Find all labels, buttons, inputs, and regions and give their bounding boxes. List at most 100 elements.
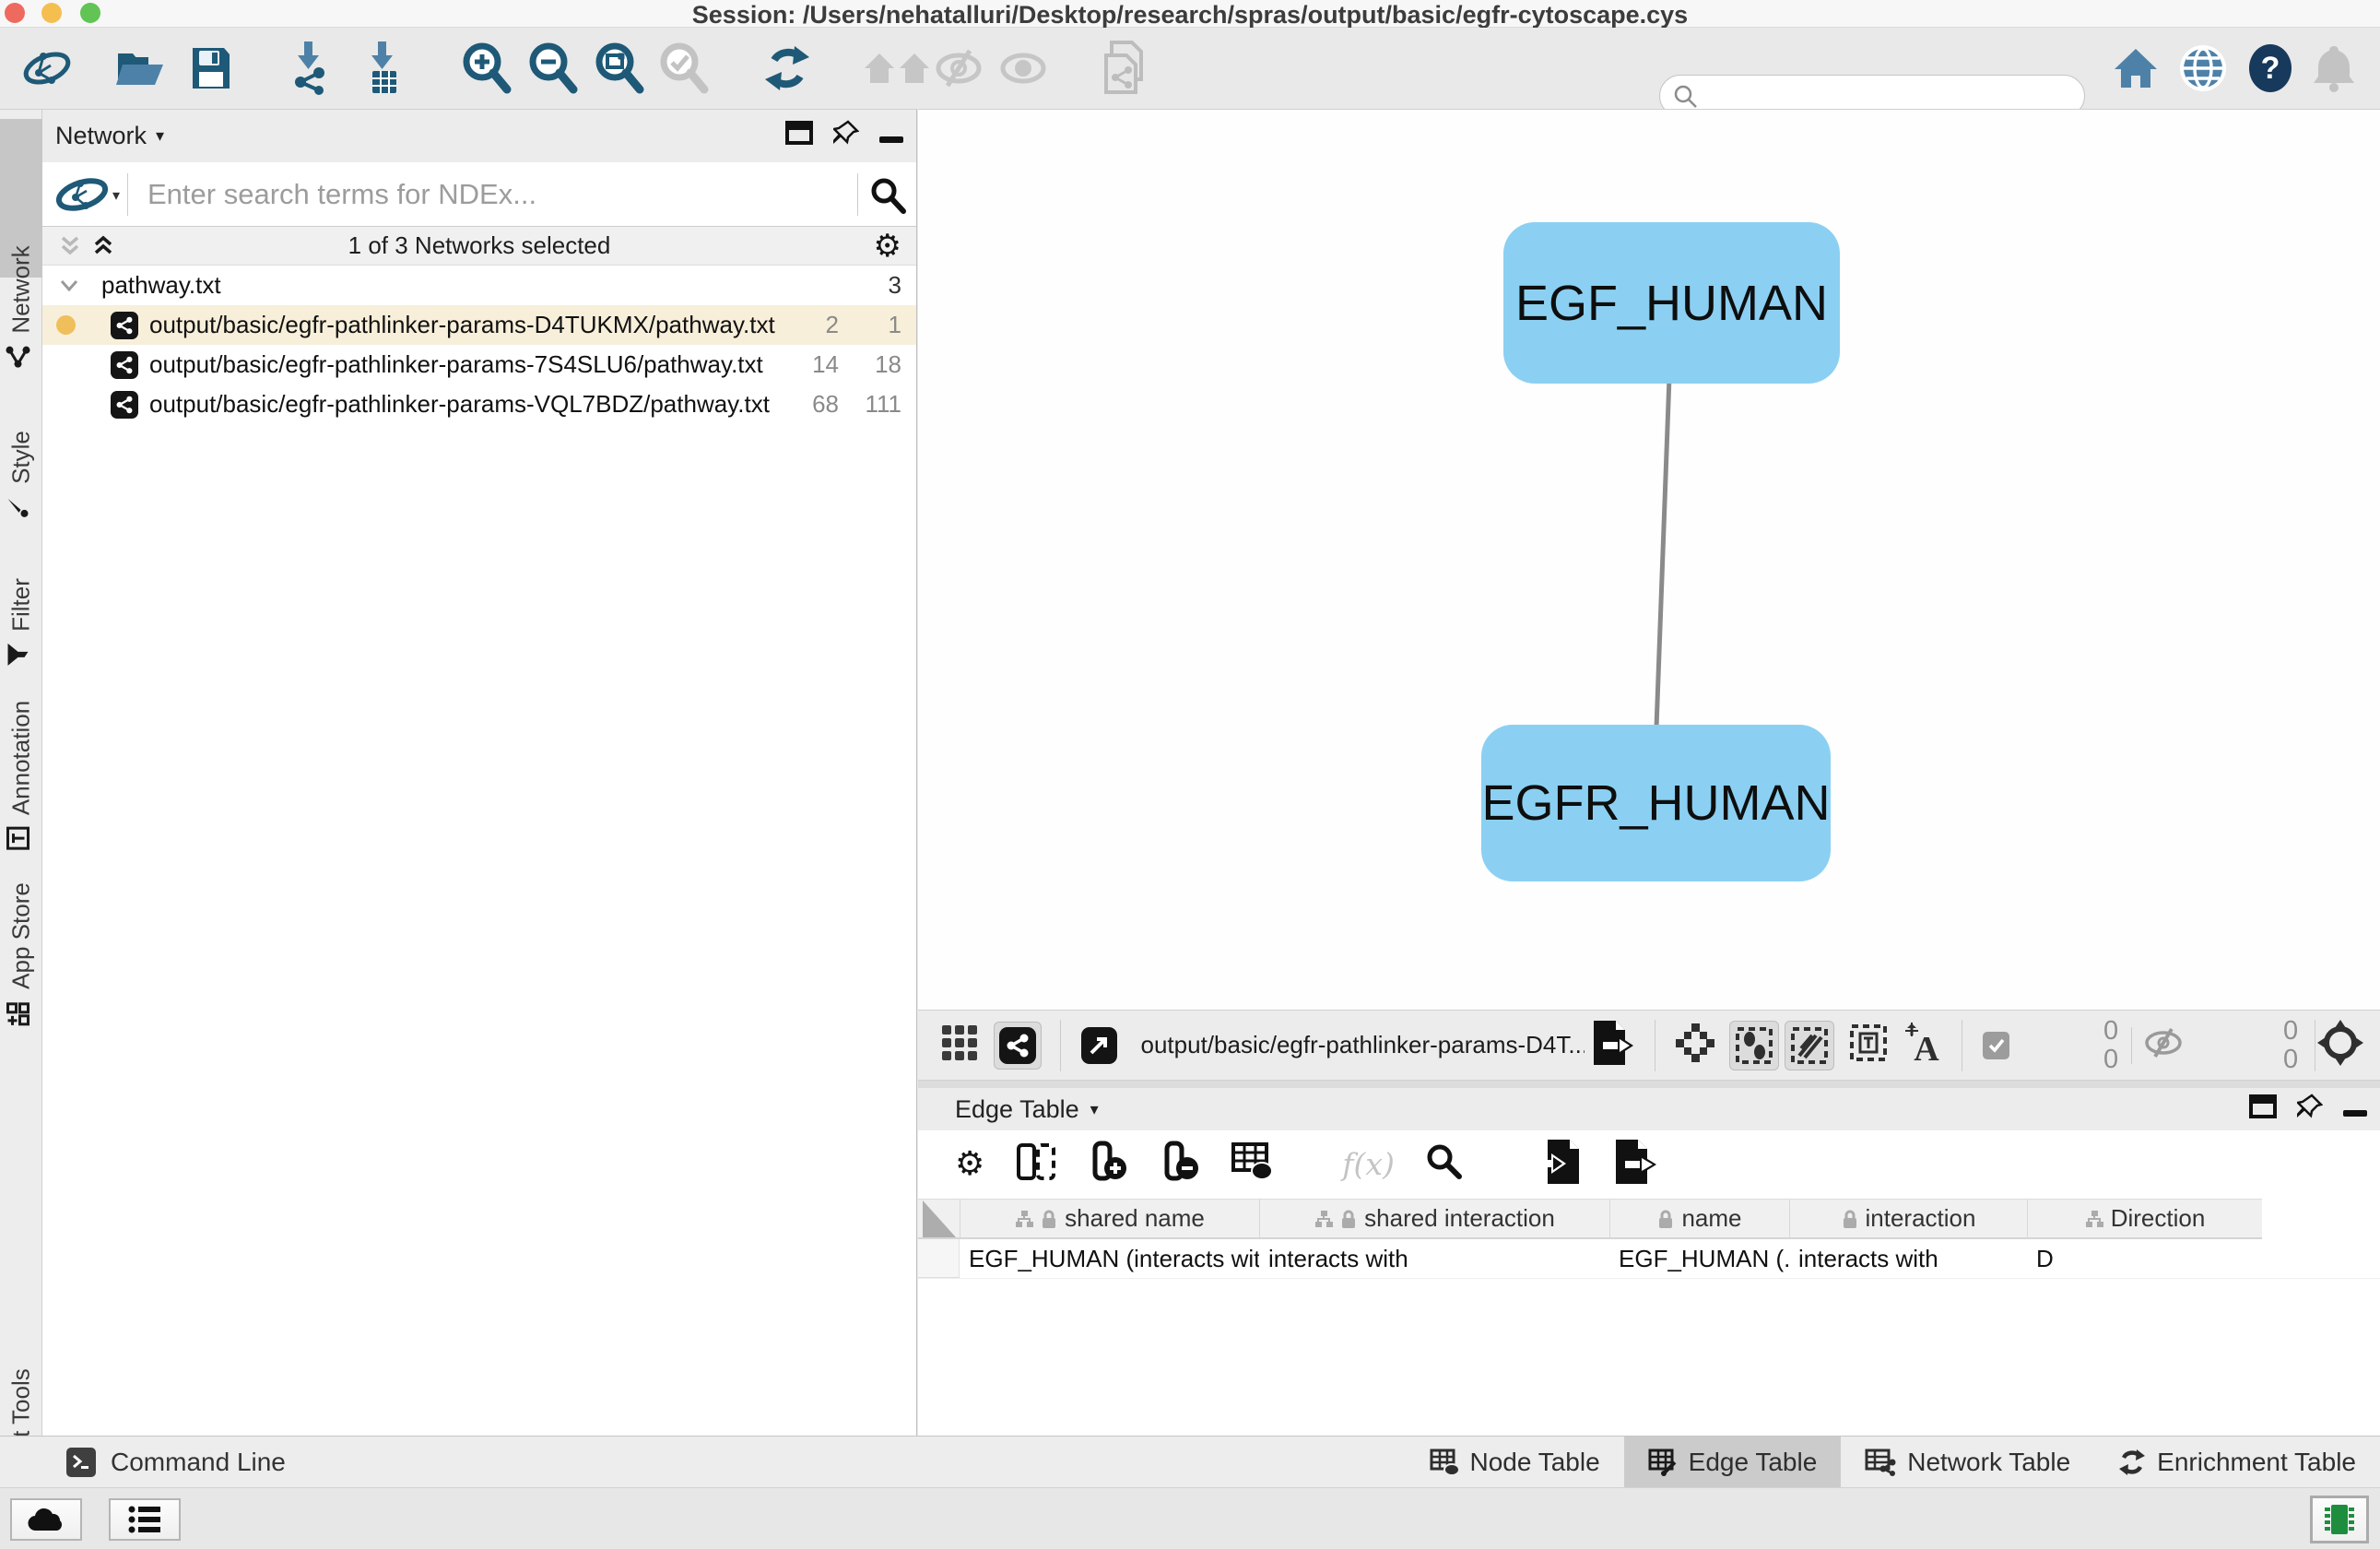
cell-name[interactable]: EGF_HUMAN (... [1609, 1245, 1789, 1273]
hidden-counts: 0 0 [2248, 1017, 2298, 1074]
tree-root-row[interactable]: pathway.txt 3 [42, 266, 916, 305]
cell-interaction[interactable]: interacts with [1789, 1245, 2027, 1273]
lock-icon [1842, 1209, 1858, 1229]
minimize-panel-icon[interactable] [879, 122, 903, 150]
table-options-gear-icon[interactable]: ⚙ [955, 1145, 984, 1183]
memory-status-button[interactable] [2310, 1496, 2369, 1543]
chevron-down-icon[interactable]: ▾ [1090, 1100, 1099, 1119]
export-network-image-button[interactable] [1592, 1019, 1634, 1071]
select-nodes-toggle[interactable] [1729, 1021, 1779, 1070]
filter-funnel-icon [7, 643, 36, 667]
open-in-window-button[interactable] [1081, 1027, 1117, 1064]
network-row-7s4slu6[interactable]: output/basic/egfr-pathlinker-params-7S4S… [42, 345, 916, 384]
command-line-button[interactable]: Command Line [66, 1448, 286, 1477]
float-panel-icon[interactable] [2249, 1094, 2277, 1125]
web-browser-icon[interactable] [2179, 44, 2227, 92]
table-search-button[interactable] [1426, 1143, 1463, 1185]
zoom-fit-icon[interactable] [592, 41, 647, 95]
panel-divider[interactable] [918, 1081, 2380, 1088]
select-all-corner[interactable] [918, 1200, 960, 1237]
column-header-direction[interactable]: Direction [2027, 1200, 2262, 1237]
network-view-canvas[interactable]: EGF_HUMAN EGFR_HUMAN [918, 109, 2380, 1010]
pin-panel-icon[interactable] [833, 120, 859, 152]
column-header-shared-name[interactable]: shared name [960, 1200, 1259, 1237]
left-sidebar: Network Style Filter Annotation App Stor… [0, 109, 42, 1436]
network-options-gear-icon[interactable]: ⚙ [874, 227, 901, 266]
edge-table-title[interactable]: Edge Table [955, 1095, 1079, 1124]
refresh-icon[interactable] [763, 44, 811, 92]
network-row-label: output/basic/egfr-pathlinker-params-VQL7… [149, 390, 770, 419]
network-row-label: output/basic/egfr-pathlinker-params-7S4S… [149, 350, 763, 379]
node-egf-human[interactable]: EGF_HUMAN [1503, 222, 1840, 384]
tab-enrichment-table[interactable]: Enrichment Table [2094, 1437, 2380, 1487]
sidebar-tab-style[interactable]: Style [6, 431, 37, 519]
network-panel: Network ▾ ▾ 1 of 3 Networks selected [42, 109, 917, 1436]
chevron-down-icon[interactable]: ▾ [156, 126, 164, 146]
show-columns-button[interactable] [1016, 1142, 1056, 1186]
app-store-icon [6, 1000, 38, 1026]
sidebar-tab-annotation[interactable]: Annotation [6, 701, 37, 850]
open-session-button[interactable] [114, 46, 166, 90]
import-table-file-button[interactable] [1538, 1138, 1583, 1190]
grid-view-button[interactable] [940, 1023, 979, 1067]
cell-shared-interaction[interactable]: interacts with [1259, 1245, 1609, 1273]
edge-table-header: Edge Table ▾ [918, 1088, 2380, 1130]
network-row-vql7bdz[interactable]: output/basic/egfr-pathlinker-params-VQL7… [42, 384, 916, 424]
column-header-shared-interaction[interactable]: shared interaction [1259, 1200, 1609, 1237]
network-view-mode-button[interactable] [994, 1022, 1042, 1070]
sidebar-tab-network[interactable]: Network [6, 245, 37, 368]
float-panel-icon[interactable] [785, 121, 813, 151]
ndex-search-input[interactable] [138, 162, 848, 226]
sidebar-tab-filter[interactable]: Filter [7, 578, 36, 667]
tab-edge-table[interactable]: Edge Table [1624, 1437, 1842, 1487]
zoom-out-icon[interactable] [527, 41, 581, 95]
help-icon[interactable]: ? [2247, 43, 2293, 93]
ndex-dropdown-caret-icon[interactable]: ▾ [112, 186, 120, 204]
home-icon[interactable] [2113, 47, 2159, 89]
cell-shared-name[interactable]: EGF_HUMAN (interacts wit... [960, 1245, 1259, 1273]
delete-column-button[interactable] [1160, 1141, 1200, 1188]
svg-text:?: ? [2261, 51, 2280, 86]
import-table-button[interactable] [361, 41, 406, 95]
network-row-d4tukmx[interactable]: output/basic/egfr-pathlinker-params-D4TU… [42, 305, 916, 345]
select-edges-toggle[interactable] [1785, 1021, 1834, 1070]
ndex-search-button[interactable] [870, 177, 907, 219]
tab-node-table[interactable]: Node Table [1406, 1437, 1624, 1487]
save-session-button[interactable] [190, 45, 232, 91]
tree-expand-chevron-icon[interactable] [59, 271, 79, 300]
import-network-button[interactable] [288, 41, 332, 95]
add-column-button[interactable] [1088, 1141, 1128, 1188]
fit-selected-target-button[interactable] [2315, 1018, 2365, 1072]
sidebar-tab-app-store[interactable]: App Store [6, 882, 38, 1026]
export-table-file-button[interactable] [1614, 1138, 1660, 1190]
ndex-logo-icon[interactable]: ▾ [55, 174, 120, 215]
status-bar: Command Line Node Table Edge Table Netwo… [0, 1436, 2380, 1487]
current-network-name: output/basic/egfr-pathlinker-params-D4T.… [1141, 1031, 1585, 1059]
pan-mode-button[interactable] [1674, 1022, 1716, 1069]
tab-network-table[interactable]: Network Table [1841, 1437, 2094, 1487]
enrichment-refresh-icon [2118, 1448, 2146, 1476]
column-header-name[interactable]: name [1609, 1200, 1789, 1237]
network-icon [111, 391, 138, 419]
row-selector-cell[interactable] [918, 1239, 960, 1278]
cloud-button[interactable] [10, 1498, 82, 1541]
zoom-in-icon[interactable] [461, 41, 514, 95]
task-list-button[interactable] [109, 1498, 181, 1541]
minimize-panel-icon[interactable] [2343, 1095, 2367, 1124]
network-icon [111, 351, 138, 379]
column-header-interaction[interactable]: interaction [1789, 1200, 2027, 1237]
node-egfr-human[interactable]: EGFR_HUMAN [1481, 725, 1831, 881]
selection-indicator-checkbox[interactable] [1983, 1032, 2009, 1059]
cell-direction[interactable]: D [2027, 1245, 2262, 1273]
move-labels-button[interactable]: A [1903, 1022, 1943, 1069]
edge-table-row[interactable]: EGF_HUMAN (interacts wit... interacts wi… [918, 1239, 2380, 1279]
select-all-rows-button[interactable] [1231, 1142, 1274, 1186]
pin-panel-icon[interactable] [2297, 1094, 2323, 1126]
select-annotations-toggle[interactable] [1849, 1023, 1888, 1067]
terminal-icon [66, 1448, 96, 1477]
network-panel-title[interactable]: Network [55, 122, 147, 150]
collapse-all-icon[interactable] [57, 234, 83, 266]
expand-all-icon[interactable] [90, 234, 116, 266]
lock-icon [1657, 1209, 1674, 1229]
network-icon [111, 312, 138, 339]
